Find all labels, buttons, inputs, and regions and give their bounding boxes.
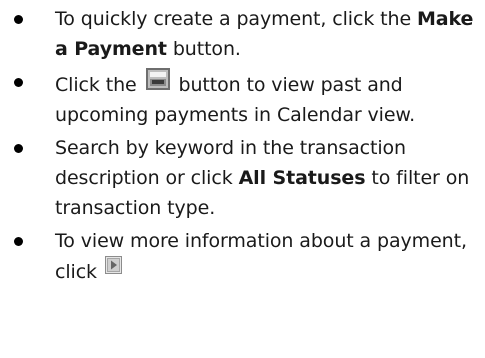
list-item: Click the button to view past and upcomi… (0, 67, 485, 130)
bullet-dot-icon (14, 78, 23, 87)
bullet-text-pre: To quickly create a payment, click the (55, 8, 417, 30)
bullet-text-pre: Click the (55, 74, 143, 96)
all-statuses-label: All Statuses (238, 167, 366, 189)
bullet-dot-icon (14, 15, 23, 24)
list-item: Search by keyword in the transaction des… (0, 133, 485, 223)
list-item: To quickly create a payment, click the M… (0, 4, 485, 64)
bullet-dot-icon (14, 144, 23, 153)
list-item: To view more information about a payment… (0, 226, 485, 287)
bullet-dot-icon (14, 237, 23, 246)
expand-arrow-icon (104, 256, 122, 274)
instruction-bullet-list: To quickly create a payment, click the M… (0, 4, 485, 287)
bullet-text-post: button. (166, 38, 241, 60)
calendar-view-icon (145, 68, 170, 90)
